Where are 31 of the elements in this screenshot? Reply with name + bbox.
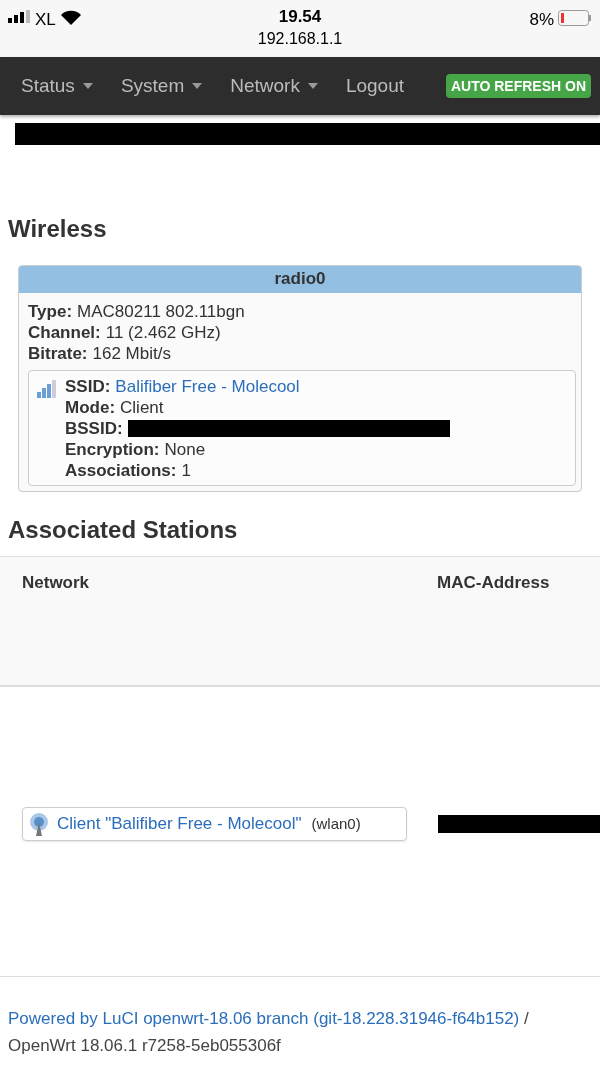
column-header: Network (22, 573, 91, 594)
battery-icon (558, 10, 592, 26)
signal-strength-icon (37, 378, 59, 398)
network-link[interactable]: Client "Balifiber Free - Molecool" (57, 813, 302, 834)
nav-menu[interactable]: Logout (345, 75, 405, 97)
carrier-name: XL (35, 10, 56, 30)
field-label: BSSID: (65, 418, 123, 439)
battery-percent: 8% (529, 10, 554, 30)
signal-icon (8, 10, 30, 23)
device-info: Channel: 11 (2.462 GHz) (28, 322, 222, 343)
device-info: Bitrate: 162 Mbit/s (28, 343, 172, 364)
nav-menu[interactable]: Status (21, 75, 93, 97)
network-info: Encryption: None (65, 439, 207, 460)
ssid-link[interactable]: Balifiber Free - Molecool (115, 376, 300, 397)
interface-name: (wlan0) (311, 815, 361, 832)
section-heading: Associated Stations (7, 516, 239, 544)
nav-menu[interactable]: Network (230, 75, 318, 97)
wifi-icon (60, 10, 81, 25)
page-address[interactable]: 192.168.1.1 (257, 28, 343, 50)
clock-time: 19.54 (278, 6, 322, 28)
device-name: radio0 (19, 266, 581, 293)
column-header: MAC-Address (437, 573, 550, 594)
antenna-icon (27, 811, 51, 836)
network-info: Mode: Client (65, 397, 165, 418)
device-info: Type: MAC80211 802.11bgn (28, 301, 246, 322)
luci-link[interactable]: Powered by LuCI openwrt-18.06 branch (git-18.228.31946-f64b152) (8, 1009, 520, 1028)
field-label: SSID: (65, 376, 111, 397)
section-heading: Wireless (7, 215, 108, 243)
footer-text: Powered by LuCI openwrt-18.06 branch (git-18.228.31946-f64b152) / OpenWrt 18.06.1 r7258-5eb055306f (8, 1008, 530, 1057)
network-info: Associations: 1 (65, 460, 192, 481)
nav-menu[interactable]: System (120, 75, 203, 97)
